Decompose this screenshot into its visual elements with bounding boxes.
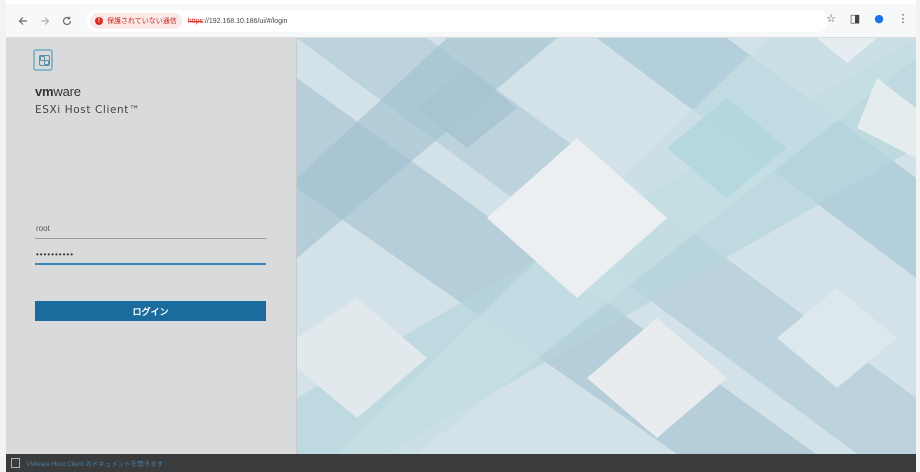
reload-button[interactable] xyxy=(58,12,76,30)
vmware-logo: vmware xyxy=(35,84,81,99)
forward-button[interactable] xyxy=(36,12,54,30)
security-warning-chip[interactable]: ! 保護されていない通信 xyxy=(90,13,182,29)
product-title: ESXi Host Client™ xyxy=(35,104,141,116)
url-scheme: https xyxy=(187,17,203,25)
star-icon[interactable]: ☆ xyxy=(824,12,838,25)
esxi-logo-icon xyxy=(33,49,53,71)
login-button[interactable]: ログイン xyxy=(35,301,266,321)
side-panel-icon[interactable]: ◨ xyxy=(848,12,862,25)
browser-actions: ☆ ◨ ● ⋮ xyxy=(824,12,910,25)
footer-bar: VMware Host Client のドキュメントを開きます xyxy=(6,454,916,472)
password-field[interactable] xyxy=(35,245,266,265)
url-text: ://192.168.10.186/ui/#/login xyxy=(202,17,288,25)
warning-icon: ! xyxy=(95,17,103,25)
reload-icon xyxy=(62,16,72,25)
profile-icon[interactable]: ● xyxy=(872,12,886,25)
arrow-left-icon xyxy=(18,16,27,25)
login-panel: vmware ESXi Host Client™ ログイン xyxy=(6,38,297,454)
documentation-link[interactable]: VMware Host Client のドキュメントを開きます xyxy=(26,458,163,468)
back-button[interactable] xyxy=(14,12,32,30)
document-icon xyxy=(11,458,20,468)
username-field[interactable] xyxy=(35,219,266,239)
more-vert-icon[interactable]: ⋮ xyxy=(896,12,910,25)
decorative-background xyxy=(297,38,916,454)
diamond-pattern xyxy=(297,38,916,454)
browser-toolbar: ! 保護されていない通信 https ://192.168.10.186/ui/… xyxy=(6,4,916,38)
security-warning-label: 保護されていない通信 xyxy=(107,18,177,25)
address-bar[interactable]: ! 保護されていない通信 https ://192.168.10.186/ui/… xyxy=(86,10,828,32)
arrow-right-icon xyxy=(41,16,50,25)
